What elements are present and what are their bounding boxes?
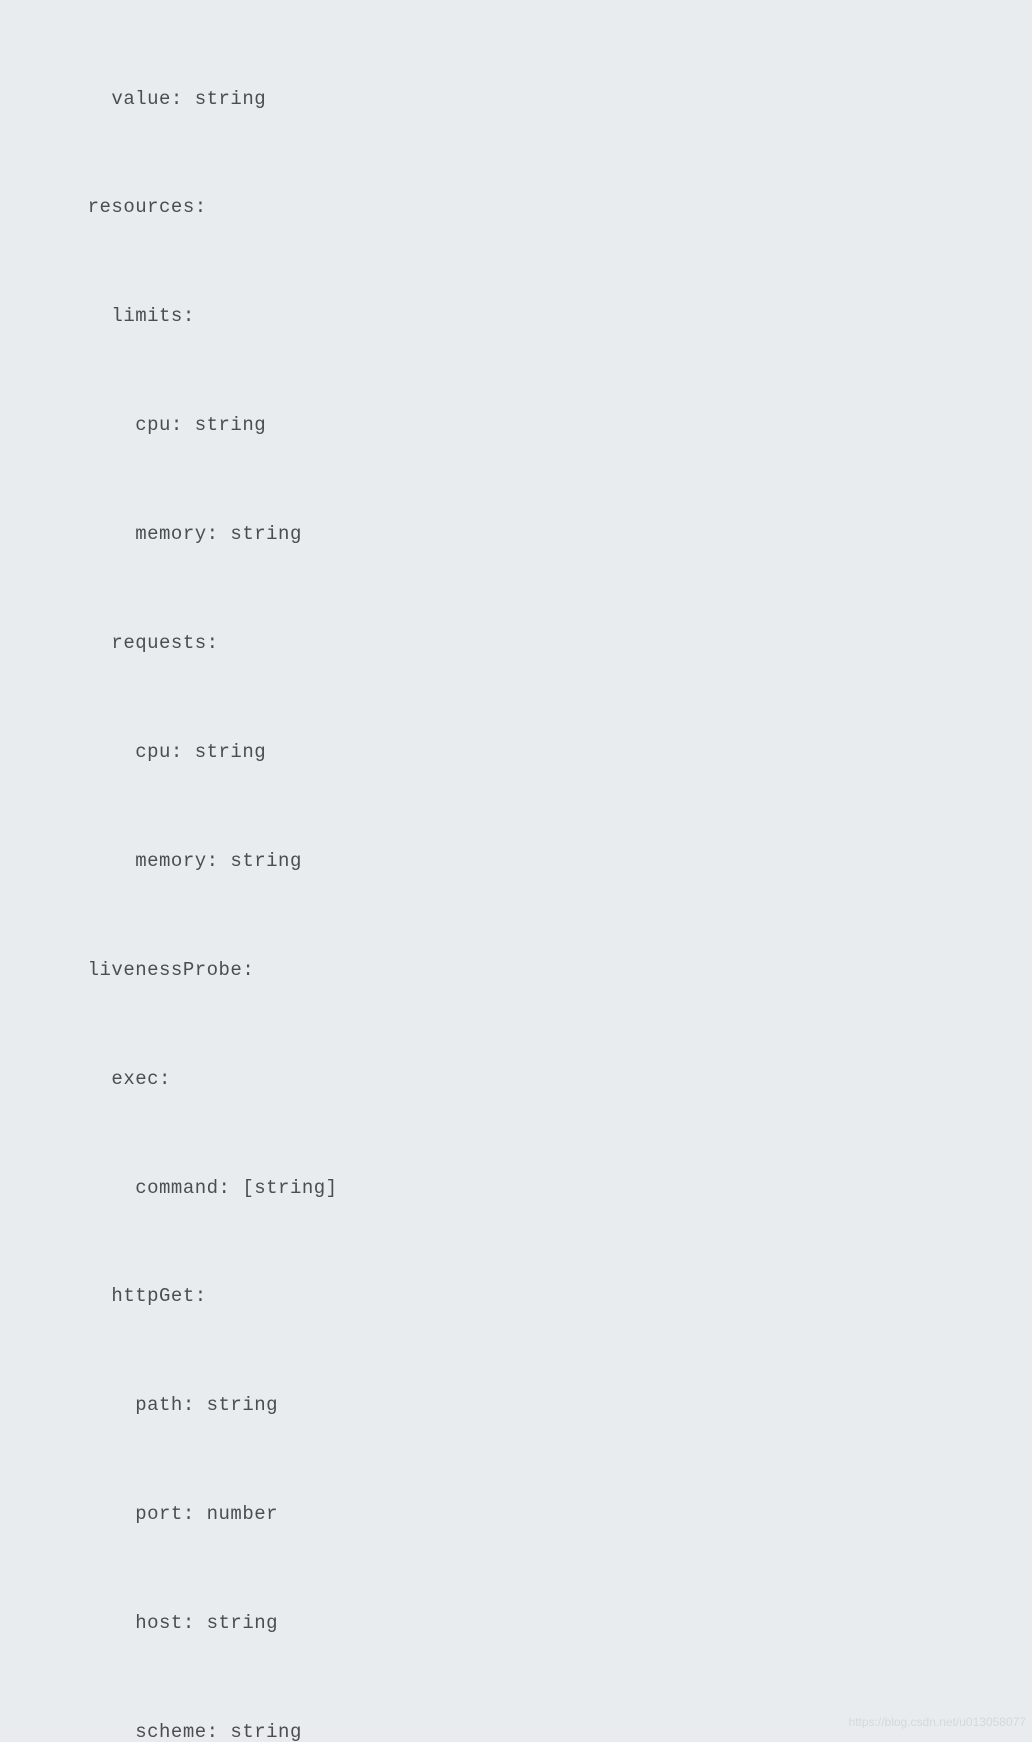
code-line: livenessProbe: [40, 952, 1032, 988]
code-line: limits: [40, 298, 1032, 334]
code-line: path: string [40, 1387, 1032, 1423]
code-line: memory: string [40, 516, 1032, 552]
yaml-code-block: value: string resources: limits: cpu: st… [0, 0, 1032, 1742]
code-line: httpGet: [40, 1278, 1032, 1314]
code-line: exec: [40, 1061, 1032, 1097]
code-line: cpu: string [40, 734, 1032, 770]
code-line: cpu: string [40, 407, 1032, 443]
code-line: port: number [40, 1496, 1032, 1532]
code-line: host: string [40, 1605, 1032, 1641]
code-line: memory: string [40, 843, 1032, 879]
code-line: resources: [40, 189, 1032, 225]
code-line: requests: [40, 625, 1032, 661]
watermark-text: https://blog.csdn.net/u013058077 [849, 1704, 1026, 1740]
code-line: command: [string] [40, 1170, 1032, 1206]
code-line: value: string [40, 81, 1032, 117]
